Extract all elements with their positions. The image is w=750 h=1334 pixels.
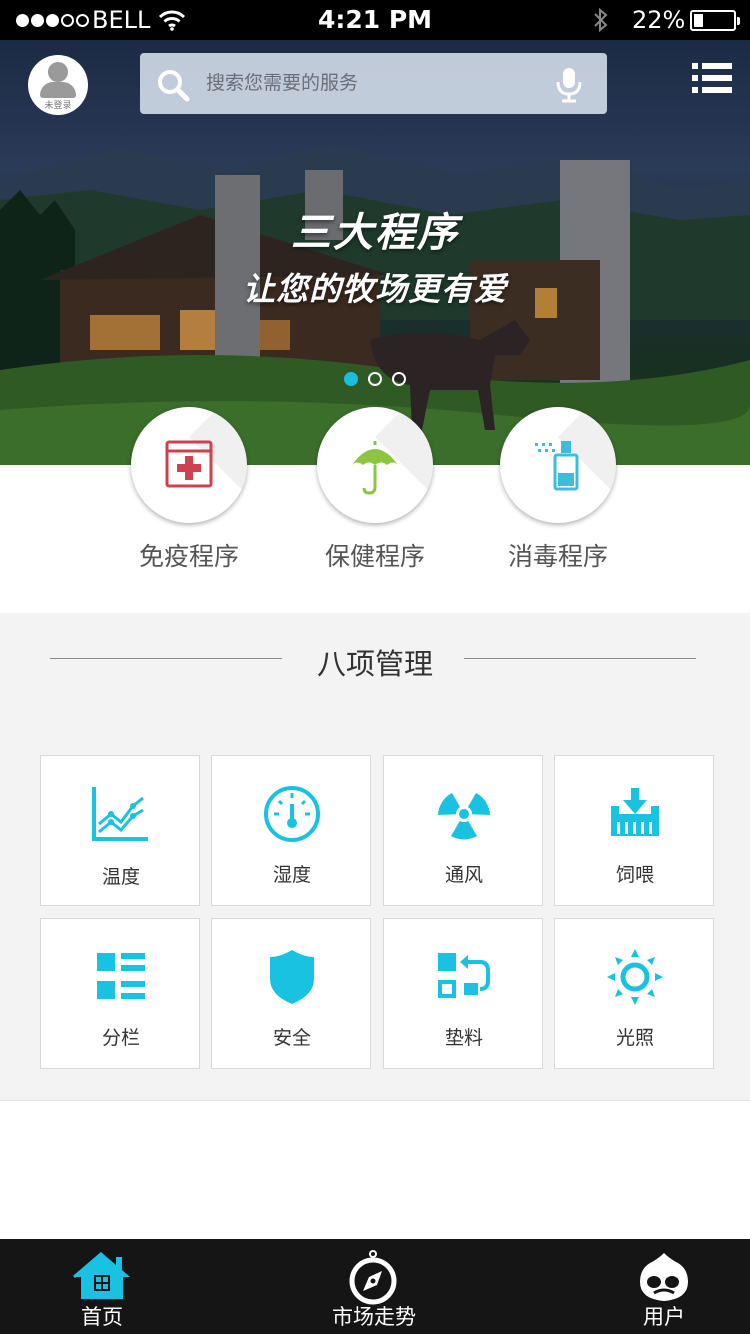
programs-section: 免疫程序 保健程序 消毒程序 [0,405,750,613]
battery-percent: 22% [632,6,686,34]
program-healthcare[interactable]: 保健程序 [280,405,470,585]
home-icon [73,1251,130,1299]
search-icon[interactable] [156,68,190,106]
gauge-icon [264,786,320,842]
program-label: 消毒程序 [507,542,608,571]
mgmt-item-label: 温度 [101,866,140,888]
carousel-pager[interactable] [344,372,406,386]
mgmt-item-label: 分栏 [101,1027,140,1049]
tab-home[interactable]: 首页 [12,1239,192,1334]
program-icon-circle[interactable] [500,407,616,523]
radiation-fan-icon [438,793,490,840]
bluetooth-icon [592,7,610,37]
login-status-label: 未登录 [44,101,72,111]
program-label: 保健程序 [324,542,425,571]
program-icon-circle[interactable] [131,407,247,523]
swap-blocks-icon [438,953,490,998]
tab-bar: 首页 市场走势 用户 [0,1239,750,1334]
spray-bottle-icon [535,441,579,491]
search-bar[interactable] [140,53,607,114]
program-label: 免疫程序 [138,542,239,571]
pager-dot[interactable] [344,372,358,386]
banner-title: 三大程序 [291,210,459,256]
banner-subtitle: 让您的牧场更有爱 [242,270,507,308]
pager-dot[interactable] [392,372,406,386]
tab-user[interactable]: 用户 [574,1239,750,1334]
compass-icon [349,1250,397,1305]
medical-kit-icon [165,440,213,488]
hero-banner[interactable]: 未登录 三大程序 让您的牧场更有爱 [0,40,750,465]
list-grid-icon [97,953,145,999]
mgmt-item-label: 通风 [444,864,483,886]
program-disinfection[interactable]: 消毒程序 [463,405,653,585]
mgmt-item-pens[interactable]: 分栏 [40,918,200,1069]
pager-dot[interactable] [368,372,382,386]
program-icon-circle[interactable] [317,407,433,523]
program-immunization[interactable]: 免疫程序 [94,405,284,585]
mgmt-item-ventilation[interactable]: 通风 [383,755,543,906]
shield-icon [270,950,314,1004]
avatar[interactable]: 未登录 [28,55,88,115]
tab-label: 用户 [643,1305,685,1329]
mgmt-item-label: 安全 [272,1027,311,1049]
tab-label: 市场走势 [332,1305,416,1329]
umbrella-icon [352,441,398,495]
mgmt-item-humidity[interactable]: 湿度 [211,755,371,906]
line-chart-icon [92,787,148,841]
mgmt-item-lighting[interactable]: 光照 [554,918,714,1069]
avatar-icon [48,62,68,82]
mgmt-item-label: 光照 [615,1027,654,1049]
user-face-icon [640,1253,688,1301]
section-title: 八项管理 [316,647,433,681]
mgmt-item-temperature[interactable]: 温度 [40,755,200,906]
status-bar: BELL 4:21 PM 22% [0,0,750,40]
mgmt-item-label: 湿度 [272,864,311,886]
tab-market-trend[interactable]: 市场走势 [284,1239,464,1334]
menu-list-icon[interactable] [690,60,734,96]
mgmt-item-bedding[interactable]: 垫料 [383,918,543,1069]
battery-icon [690,10,740,31]
search-input[interactable] [206,65,536,101]
mgmt-item-feeding[interactable]: 饲喂 [554,755,714,906]
management-section: 八项管理 温度 湿度 通风 饲喂 分栏 安全 垫料 光照 [0,613,750,1101]
tab-label: 首页 [81,1305,123,1329]
sun-icon [607,949,663,1005]
mgmt-item-label: 饲喂 [615,864,654,886]
microphone-icon[interactable] [554,66,584,108]
mgmt-item-safety[interactable]: 安全 [211,918,371,1069]
mgmt-item-label: 垫料 [444,1027,483,1049]
feed-trough-icon [611,788,659,836]
